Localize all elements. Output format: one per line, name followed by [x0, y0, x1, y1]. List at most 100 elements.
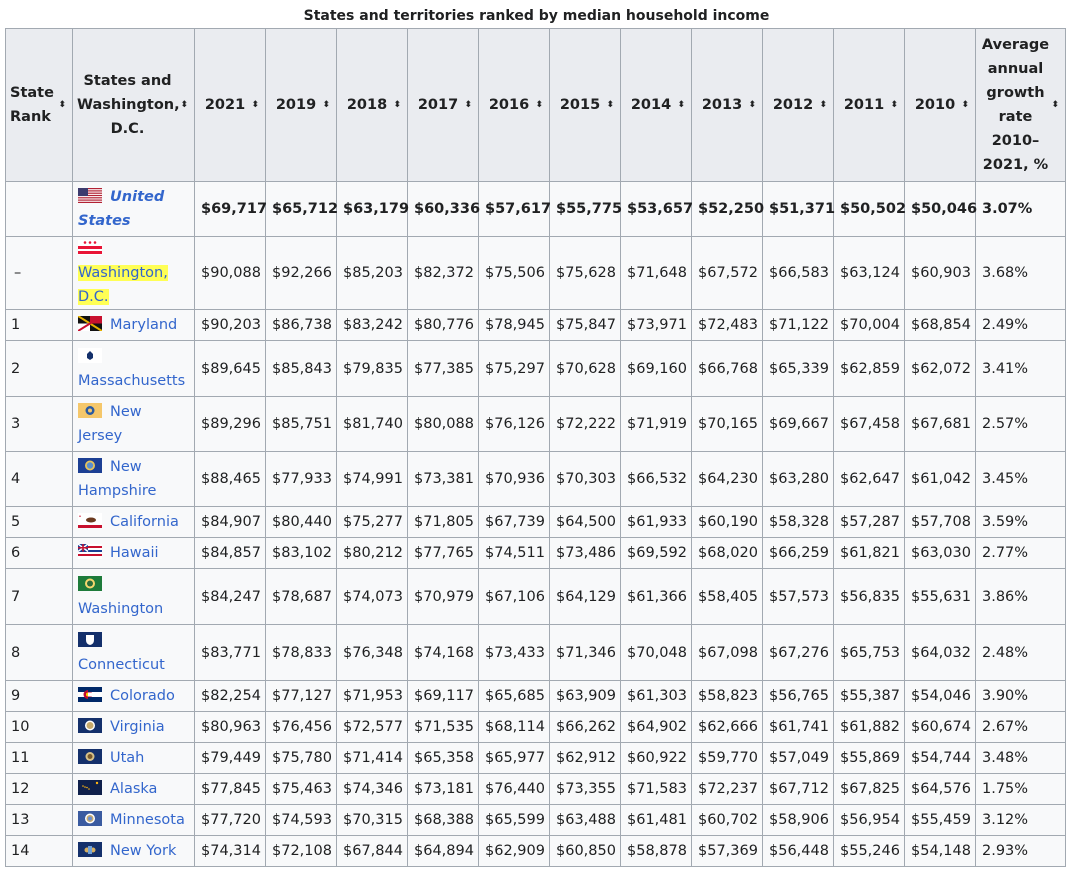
value-cell: $75,297 [478, 340, 550, 397]
value-cell: $62,072 [904, 340, 976, 397]
header-year-2017[interactable]: 2017 ⬍ [407, 28, 479, 182]
header-year-2015[interactable]: 2015 ⬍ [549, 28, 621, 182]
sort-icon[interactable]: ⬍ [464, 93, 472, 117]
sort-icon[interactable]: ⬍ [393, 93, 401, 117]
sort-icon[interactable]: ⬍ [322, 93, 330, 117]
value-cell: $55,775 [549, 181, 622, 237]
header-state-name[interactable]: States and Washington, D.C. ⬍ [72, 28, 195, 182]
state-cell: Colorado [72, 680, 195, 712]
page: States and territories ranked by median … [0, 0, 1073, 875]
sort-icon[interactable]: ⬍ [677, 93, 685, 117]
value-cell: $72,108 [265, 835, 337, 867]
value-cell: $63,179 [336, 181, 409, 237]
sort-icon[interactable]: ⬍ [748, 93, 756, 117]
value-cell: $56,765 [762, 680, 834, 712]
table-row: 10 Virginia $80,963 $76,456 $72,577 $71,535 $6… [5, 711, 1066, 743]
value-cell: $70,165 [691, 396, 763, 452]
state-link[interactable]: Washington [78, 601, 163, 617]
sort-icon[interactable]: ⬍ [251, 93, 259, 117]
value-cell: $63,488 [549, 804, 621, 836]
value-cell: $71,583 [620, 773, 692, 805]
sort-icon[interactable]: ⬍ [961, 93, 969, 117]
state-link[interactable]: Hawaii [110, 545, 159, 561]
header-year-2017-label: 2017 [417, 97, 459, 113]
state-link[interactable]: Washington, D.C. [78, 265, 168, 305]
header-year-2014-label: 2014 [630, 97, 672, 113]
value-cell: $56,448 [762, 835, 834, 867]
value-cell: $71,805 [407, 506, 479, 538]
header-year-2014[interactable]: 2014 ⬍ [620, 28, 692, 182]
growth-cell: 3.07% [975, 181, 1066, 237]
state-link[interactable]: California [110, 514, 179, 530]
state-link[interactable]: Utah [110, 750, 144, 766]
state-cell: New Hampshire [72, 451, 195, 507]
value-cell: $75,628 [549, 236, 621, 310]
state-link[interactable]: Virginia [110, 719, 165, 735]
value-cell: $83,771 [194, 624, 266, 681]
state-link[interactable]: Connecticut [78, 657, 165, 673]
value-cell: $76,348 [336, 624, 408, 681]
sort-icon[interactable]: ⬍ [1051, 93, 1059, 117]
header-year-2012[interactable]: 2012 ⬍ [762, 28, 834, 182]
value-cell: $55,631 [904, 568, 976, 625]
header-year-2021[interactable]: 2021 ⬍ [194, 28, 266, 182]
value-cell: $75,780 [265, 742, 337, 774]
state-link[interactable]: Colorado [110, 688, 175, 704]
table-row: 14 New York $74,314 $72,108 $67,844 $64,894 $6… [5, 835, 1066, 867]
value-cell: $60,922 [620, 742, 692, 774]
sort-icon[interactable]: ⬍ [890, 93, 898, 117]
sort-icon[interactable]: ⬍ [819, 93, 827, 117]
sort-icon[interactable]: ⬍ [606, 93, 614, 117]
header-state-rank[interactable]: State Rank ⬍ [5, 28, 73, 182]
table-row: 9 Colorado $82,254 $77,127 $71,953 $69,117 $65… [5, 680, 1066, 712]
header-year-2010-label: 2010 [914, 97, 956, 113]
state-link[interactable]: Massachusetts [78, 373, 185, 389]
header-year-2010[interactable]: 2010 ⬍ [904, 28, 976, 182]
value-cell: $67,572 [691, 236, 763, 310]
header-year-2019[interactable]: 2019 ⬍ [265, 28, 337, 182]
growth-cell: 2.93% [975, 835, 1066, 867]
value-cell: $60,190 [691, 506, 763, 538]
value-cell: $70,979 [407, 568, 479, 625]
header-year-2011[interactable]: 2011 ⬍ [833, 28, 905, 182]
table-body: United States $69,717 $65,712 $63,179 $60,33… [5, 181, 1066, 867]
rank-cell: 14 [5, 835, 73, 867]
state-link[interactable]: Maryland [110, 317, 177, 333]
sort-icon[interactable]: ⬍ [535, 93, 543, 117]
value-cell: $90,203 [194, 309, 266, 341]
header-year-2016[interactable]: 2016 ⬍ [478, 28, 550, 182]
sort-icon[interactable]: ⬍ [58, 93, 66, 117]
growth-cell: 3.90% [975, 680, 1066, 712]
growth-cell: 3.45% [975, 451, 1066, 507]
value-cell: $58,906 [762, 804, 834, 836]
header-year-2019-label: 2019 [275, 97, 317, 113]
state-link[interactable]: Minnesota [110, 812, 185, 828]
value-cell: $73,181 [407, 773, 479, 805]
sort-icon[interactable]: ⬍ [180, 93, 188, 117]
value-cell: $61,366 [620, 568, 692, 625]
value-cell: $74,593 [265, 804, 337, 836]
value-cell: $74,314 [194, 835, 266, 867]
value-cell: $55,387 [833, 680, 905, 712]
value-cell: $74,346 [336, 773, 408, 805]
value-cell: $72,237 [691, 773, 763, 805]
state-link[interactable]: New York [110, 843, 176, 859]
hawaii-flag-icon [77, 543, 102, 559]
value-cell: $52,250 [691, 181, 764, 237]
value-cell: $62,912 [549, 742, 621, 774]
value-cell: $75,847 [549, 309, 621, 341]
value-cell: $68,854 [904, 309, 976, 341]
value-cell: $77,720 [194, 804, 266, 836]
header-growth-rate[interactable]: Average annual growth rate 2010–2021, % ⬍ [975, 28, 1066, 182]
header-year-2018[interactable]: 2018 ⬍ [336, 28, 408, 182]
maryland-flag-icon [77, 315, 103, 332]
value-cell: $61,882 [833, 711, 905, 743]
table-row: 7 Washington $84,247 $78,687 $74,073 $70,979 $… [5, 568, 1066, 625]
state-link[interactable]: Alaska [110, 781, 157, 797]
table-row: 13 Minnesota $77,720 $74,593 $70,315 $68,388 $… [5, 804, 1066, 836]
value-cell: $64,230 [691, 451, 763, 507]
value-cell: $50,046 [904, 181, 977, 237]
header-year-2013[interactable]: 2013 ⬍ [691, 28, 763, 182]
value-cell: $81,740 [336, 396, 408, 452]
value-cell: $66,583 [762, 236, 834, 310]
